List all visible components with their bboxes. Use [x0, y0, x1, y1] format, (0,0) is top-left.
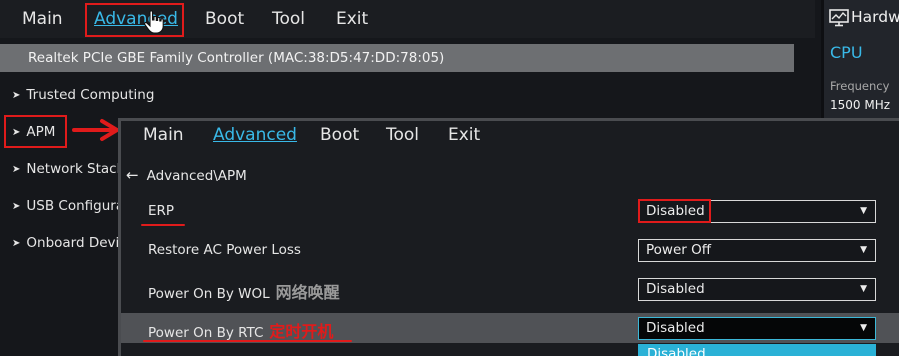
apm-highlight-box — [4, 115, 67, 148]
cpu-frequency-value: 1500 MHz — [830, 98, 891, 112]
triangle-arrow-icon: ➤ — [12, 90, 21, 101]
breadcrumb-path: Advanced\APM — [146, 168, 247, 184]
caret-down-icon: ▼ — [860, 245, 867, 255]
triangle-arrow-icon: ➤ — [12, 201, 21, 212]
wol-annotation: 网络唤醒 — [275, 283, 340, 302]
advanced-highlight-box — [85, 3, 184, 37]
dropdown-value: Disabled — [646, 281, 705, 297]
panel-divider — [821, 0, 824, 120]
bg-item-onboard-devices[interactable]: ➤ Onboard Devi — [12, 235, 119, 251]
bg-item-label: Trusted Computing — [26, 87, 155, 103]
cpu-frequency-label: Frequency — [830, 79, 890, 93]
triangle-arrow-icon: ➤ — [12, 238, 21, 249]
hand-cursor-icon — [144, 10, 164, 34]
back-arrow-icon[interactable]: ← — [126, 166, 139, 184]
rtc-underline — [143, 340, 352, 342]
setting-row-erp[interactable]: ERP Disabled ▼ — [121, 196, 899, 226]
hardware-monitor-title: Hardw — [851, 8, 899, 26]
bg-menu-main[interactable]: Main — [22, 9, 63, 29]
menu-main[interactable]: Main — [143, 125, 184, 145]
menu-exit[interactable]: Exit — [448, 125, 480, 145]
setting-label: Power On By WOL 网络唤醒 — [148, 283, 340, 302]
setting-row-wol[interactable]: Power On By WOL 网络唤醒 Disabled ▼ — [121, 274, 899, 304]
triangle-arrow-icon: ➤ — [12, 164, 21, 175]
caret-down-icon: ▼ — [860, 206, 867, 216]
bg-item-label: USB Configura — [26, 198, 125, 214]
bg-item-label: Onboard Devi — [26, 235, 120, 251]
wol-dropdown[interactable]: Disabled ▼ — [638, 278, 876, 301]
erp-underline — [141, 224, 185, 226]
menu-boot[interactable]: Boot — [320, 125, 359, 145]
rtc-annotation: 定时开机 — [269, 322, 334, 341]
bg-menu-boot[interactable]: Boot — [205, 9, 244, 29]
setting-label: ERP — [148, 203, 175, 219]
cpu-section-title: CPU — [830, 43, 863, 62]
dropdown-value: Power Off — [646, 242, 712, 258]
bg-item-network-stack[interactable]: ➤ Network Stack — [12, 161, 124, 177]
setting-label: Restore AC Power Loss — [148, 242, 301, 258]
bg-item-usb-configuration[interactable]: ➤ USB Configura — [12, 198, 124, 214]
network-controller-banner[interactable]: Realtek PCIe GBE Family Controller (MAC:… — [0, 44, 794, 72]
setting-label: Power On By RTC 定时开机 — [148, 322, 334, 341]
menu-advanced[interactable]: Advanced — [213, 125, 297, 145]
setting-row-restore-ac[interactable]: Restore AC Power Loss Power Off ▼ — [121, 235, 899, 265]
restore-ac-dropdown[interactable]: Power Off ▼ — [638, 239, 876, 262]
breadcrumb: ← Advanced\APM — [126, 166, 247, 184]
bg-item-trusted-computing[interactable]: ➤ Trusted Computing — [12, 87, 154, 103]
bg-item-label: Network Stack — [26, 161, 125, 177]
setting-row-rtc[interactable]: Power On By RTC 定时开机 Disabled ▼ — [121, 313, 899, 343]
bg-menu-tool[interactable]: Tool — [272, 9, 305, 29]
rtc-dropdown[interactable]: Disabled ▼ — [638, 317, 876, 340]
caret-down-icon: ▼ — [860, 323, 867, 333]
dropdown-value: Disabled — [646, 320, 705, 336]
red-arrow-icon — [72, 119, 119, 141]
erp-value-highlight-box — [638, 199, 711, 223]
bg-menu-exit[interactable]: Exit — [336, 9, 368, 29]
menu-tool[interactable]: Tool — [386, 125, 419, 145]
network-controller-label: Realtek PCIe GBE Family Controller (MAC:… — [28, 50, 445, 66]
dropdown-option-disabled[interactable]: Disabled — [638, 344, 876, 356]
monitor-icon — [829, 9, 849, 27]
caret-down-icon: ▼ — [860, 284, 867, 294]
apm-screen: Main Advanced Boot Tool Exit ← Advanced\A… — [118, 118, 899, 356]
